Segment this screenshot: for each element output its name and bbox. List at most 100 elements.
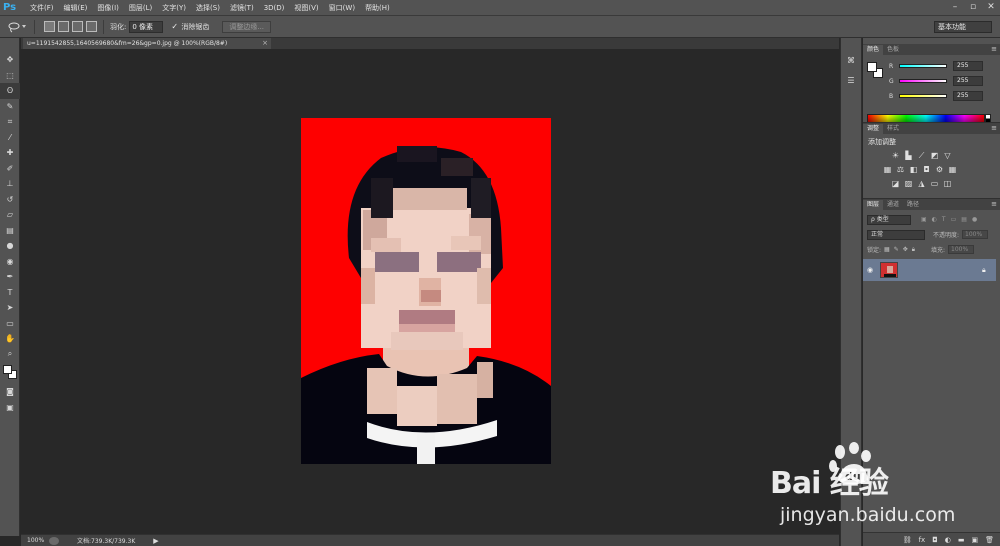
tab-paths[interactable]: 路径 xyxy=(903,200,923,210)
workspace-select[interactable]: 基本功能 xyxy=(934,21,992,33)
green-slider[interactable] xyxy=(899,79,947,83)
menu-select[interactable]: 选择(S) xyxy=(191,3,225,13)
layer-filter-select[interactable]: ρ 类型 xyxy=(867,214,911,225)
restore-icon[interactable]: ▫ xyxy=(968,2,978,12)
menu-layer[interactable]: 图层(L) xyxy=(124,3,157,13)
healing-brush-tool-icon[interactable]: ✚ xyxy=(0,145,20,161)
tab-channels[interactable]: 通道 xyxy=(883,200,903,210)
eraser-tool-icon[interactable]: ▱ xyxy=(0,207,20,223)
document-image[interactable] xyxy=(301,118,551,464)
foreground-color-swatch[interactable] xyxy=(867,62,877,72)
red-slider[interactable] xyxy=(899,64,947,68)
visibility-eye-icon[interactable]: ◉ xyxy=(863,266,877,274)
gradient-map-icon[interactable]: ▭ xyxy=(930,179,939,188)
fill-input[interactable]: 100% xyxy=(948,245,974,254)
lock-all-icon[interactable]: 🔒︎ xyxy=(912,246,915,254)
tab-color[interactable]: 颜色 xyxy=(863,45,884,55)
tab-layers[interactable]: 图层 xyxy=(863,200,884,210)
vibrance-icon[interactable]: ▽ xyxy=(943,151,952,160)
eyedropper-tool-icon[interactable]: ⁄ xyxy=(0,130,20,146)
levels-icon[interactable]: ▙ xyxy=(904,151,913,160)
crop-tool-icon[interactable]: ⌗ xyxy=(0,114,20,130)
rectangle-tool-icon[interactable]: ▭ xyxy=(0,316,20,332)
color-swatches[interactable] xyxy=(0,362,20,384)
smart-filter-icon[interactable]: ▤ xyxy=(961,216,967,223)
subtract-selection-icon[interactable] xyxy=(72,21,83,32)
menu-type[interactable]: 文字(Y) xyxy=(157,3,191,13)
refine-edge-button[interactable]: 调整边缘... xyxy=(222,20,272,33)
feather-input[interactable]: 0 像素 xyxy=(129,20,164,33)
document-tab[interactable]: u=1191542855,1640569680&fm=26&gp=0.jpg @… xyxy=(23,38,271,49)
dodge-tool-icon[interactable]: ◉ xyxy=(0,254,20,270)
channel-mixer-icon[interactable]: ⚙ xyxy=(935,165,944,174)
selective-color-icon[interactable]: ◫ xyxy=(943,179,952,188)
green-value[interactable]: 255 xyxy=(953,76,983,86)
screen-mode-icon[interactable]: ▣ xyxy=(0,400,20,416)
invert-icon[interactable]: ◪ xyxy=(891,179,900,188)
curves-icon[interactable]: ⟋ xyxy=(917,151,926,160)
lock-transparent-icon[interactable]: ▦ xyxy=(884,246,890,254)
tool-preset-picker[interactable] xyxy=(6,19,28,35)
blend-mode-select[interactable]: 正常 xyxy=(867,229,925,240)
menu-edit[interactable]: 编辑(E) xyxy=(59,3,93,13)
brush-tool-icon[interactable]: ✐ xyxy=(0,161,20,177)
menu-filter[interactable]: 滤镜(T) xyxy=(225,3,259,13)
layer-row-background[interactable]: ◉ 🔒︎ xyxy=(863,259,996,281)
menu-3d[interactable]: 3D(D) xyxy=(259,4,290,12)
lock-position-icon[interactable]: ✥ xyxy=(903,246,908,254)
gradient-tool-icon[interactable]: ▤ xyxy=(0,223,20,239)
properties-panel-icon[interactable]: ☰ xyxy=(841,72,861,88)
panel-menu-icon[interactable]: ≡ xyxy=(991,44,997,54)
new-selection-icon[interactable] xyxy=(44,21,55,32)
path-selection-tool-icon[interactable]: ➤ xyxy=(0,300,20,316)
adjustment-filter-icon[interactable]: ◐ xyxy=(932,216,937,223)
panel-menu-icon[interactable]: ≡ xyxy=(991,199,997,209)
menu-file[interactable]: 文件(F) xyxy=(25,3,59,13)
zoom-tool-icon[interactable]: ⌕ xyxy=(0,347,20,363)
lasso-tool-icon[interactable]: ʘ xyxy=(0,83,20,99)
blue-slider[interactable] xyxy=(899,94,947,98)
zoom-level[interactable]: 100% xyxy=(21,537,49,544)
lock-pixels-icon[interactable]: ✎ xyxy=(894,246,899,254)
panel-menu-icon[interactable]: ≡ xyxy=(991,123,997,133)
blur-tool-icon[interactable]: ● xyxy=(0,238,20,254)
move-tool-icon[interactable]: ✥ xyxy=(0,52,20,68)
blue-value[interactable]: 255 xyxy=(953,91,983,101)
brightness-contrast-icon[interactable]: ☀ xyxy=(891,151,900,160)
pixel-filter-icon[interactable]: ▣ xyxy=(921,216,927,223)
history-brush-tool-icon[interactable]: ↺ xyxy=(0,192,20,208)
close-icon[interactable]: × xyxy=(262,38,268,49)
history-panel-icon[interactable]: ⌘ xyxy=(841,52,861,68)
menu-window[interactable]: 窗口(W) xyxy=(324,3,360,13)
menu-image[interactable]: 图像(I) xyxy=(92,3,124,13)
color-balance-icon[interactable]: ⚖ xyxy=(896,165,905,174)
tab-styles[interactable]: 样式 xyxy=(883,124,903,134)
canvas-area[interactable] xyxy=(21,49,839,534)
posterize-icon[interactable]: ▨ xyxy=(904,179,913,188)
photo-filter-icon[interactable]: ◘ xyxy=(922,165,931,174)
quick-select-tool-icon[interactable]: ✎ xyxy=(0,99,20,115)
add-selection-icon[interactable] xyxy=(58,21,69,32)
intersect-selection-icon[interactable] xyxy=(86,21,97,32)
color-lookup-icon[interactable]: ▦ xyxy=(948,165,957,174)
filter-toggle-icon[interactable]: ● xyxy=(972,216,977,223)
shape-filter-icon[interactable]: ▭ xyxy=(951,216,957,223)
type-tool-icon[interactable]: T xyxy=(0,285,20,301)
type-filter-icon[interactable]: T xyxy=(942,216,946,223)
threshold-icon[interactable]: ◮ xyxy=(917,179,926,188)
opacity-input[interactable]: 100% xyxy=(962,230,989,239)
hue-saturation-icon[interactable]: ▦ xyxy=(883,165,892,174)
clone-stamp-tool-icon[interactable]: ⊥ xyxy=(0,176,20,192)
red-value[interactable]: 255 xyxy=(953,61,983,71)
antialias-checkbox[interactable]: ✓ xyxy=(171,22,179,31)
black-white-icon[interactable]: ◧ xyxy=(909,165,918,174)
hand-tool-icon[interactable]: ✋ xyxy=(0,331,20,347)
menu-view[interactable]: 视图(V) xyxy=(289,3,323,13)
exposure-icon[interactable]: ◩ xyxy=(930,151,939,160)
marquee-tool-icon[interactable]: ⬚ xyxy=(0,68,20,84)
tab-swatches[interactable]: 色板 xyxy=(883,45,903,55)
menu-help[interactable]: 帮助(H) xyxy=(360,3,395,13)
tab-adjustments[interactable]: 调整 xyxy=(863,124,884,134)
status-menu-arrow-icon[interactable]: ▶ xyxy=(153,537,158,545)
status-info-icon[interactable] xyxy=(49,536,59,545)
